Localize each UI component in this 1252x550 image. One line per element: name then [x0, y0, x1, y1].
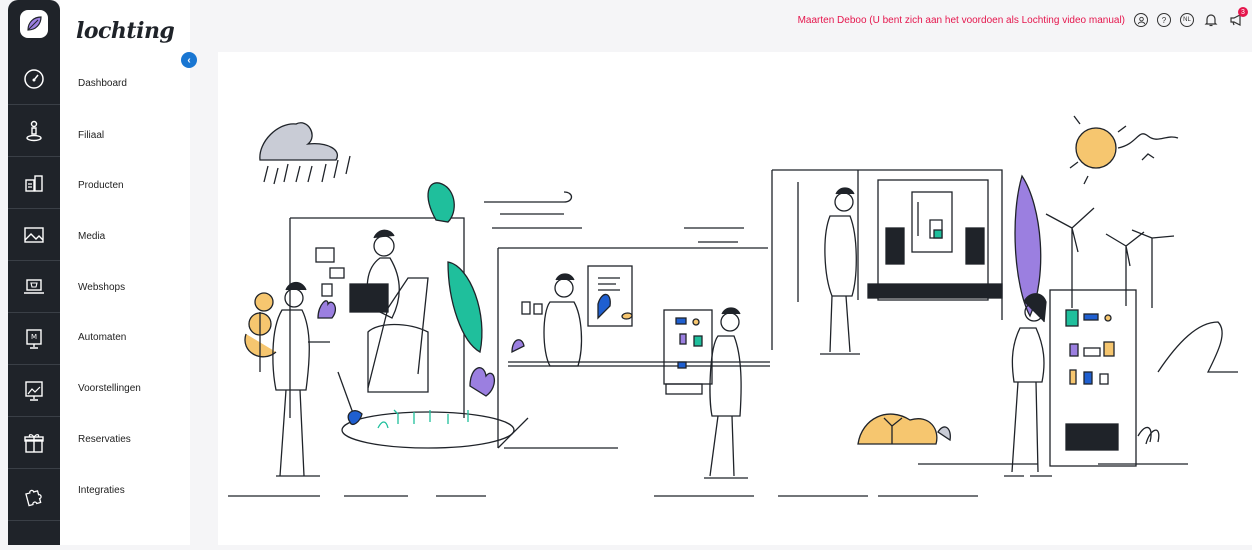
- main-content: [218, 52, 1252, 545]
- sidebar-item-producten[interactable]: Producten: [78, 180, 124, 191]
- puzzle-icon[interactable]: [8, 470, 60, 521]
- store-illustration: [228, 115, 1238, 497]
- top-bar: Maarten Deboo (U bent zich aan het voord…: [797, 7, 1248, 30]
- notification-badge: 3: [1238, 7, 1248, 17]
- person-pin-icon[interactable]: [8, 106, 60, 157]
- sidebar-item-media[interactable]: Media: [78, 231, 105, 242]
- bell-icon[interactable]: [1203, 12, 1219, 28]
- language-icon[interactable]: NL: [1180, 13, 1194, 27]
- products-icon[interactable]: [8, 158, 60, 209]
- speedometer-icon[interactable]: [8, 54, 60, 105]
- laptop-cart-icon[interactable]: [8, 262, 60, 313]
- sidebar-item-webshops[interactable]: Webshops: [78, 282, 125, 293]
- sidebar-item-dashboard[interactable]: Dashboard: [78, 78, 127, 89]
- gift-icon[interactable]: [8, 418, 60, 469]
- sidebar-item-voorstellingen[interactable]: Voorstellingen: [78, 383, 141, 394]
- sidebar-item-integraties[interactable]: Integraties: [78, 485, 125, 496]
- sidebar: lochting Dashboard Filiaal Producten Med…: [60, 0, 190, 545]
- chevron-left-icon[interactable]: ‹: [181, 52, 197, 68]
- brand-wordmark[interactable]: lochting: [76, 18, 175, 44]
- help-icon[interactable]: ?: [1157, 13, 1171, 27]
- impersonation-message: Maarten Deboo (U bent zich aan het voord…: [797, 14, 1125, 26]
- svg-text:M: M: [31, 333, 37, 341]
- megaphone-icon[interactable]: 3: [1228, 7, 1248, 28]
- presentation-icon[interactable]: [8, 366, 60, 417]
- image-icon[interactable]: [8, 210, 60, 261]
- sidebar-item-reservaties[interactable]: Reservaties: [78, 434, 131, 445]
- leaf-logo-icon[interactable]: [20, 10, 48, 38]
- icon-rail: M: [8, 0, 60, 545]
- vending-machine-icon[interactable]: M: [8, 314, 60, 365]
- sidebar-item-filiaal[interactable]: Filiaal: [78, 130, 104, 141]
- user-switch-icon[interactable]: [1134, 13, 1148, 27]
- sidebar-item-automaten[interactable]: Automaten: [78, 332, 126, 343]
